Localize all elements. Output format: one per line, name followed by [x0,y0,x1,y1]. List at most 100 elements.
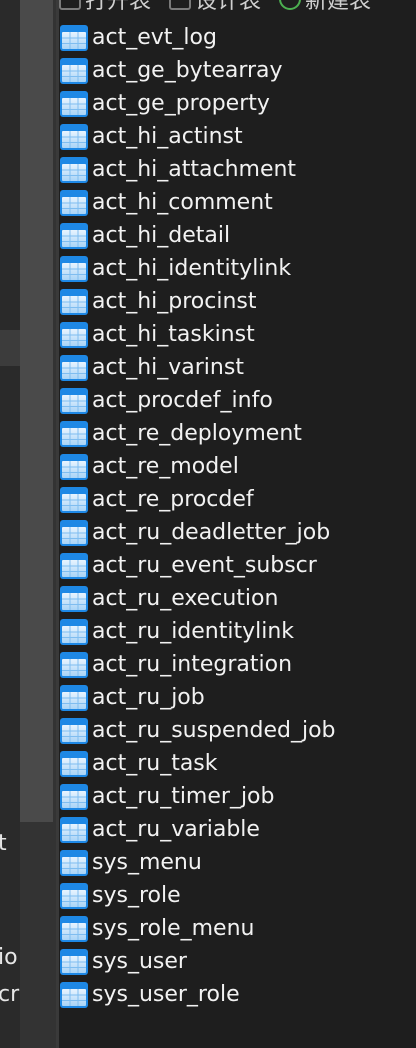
table-name: sys_user [92,949,187,974]
table-list-item[interactable]: sys_user_role [59,978,416,1011]
table-list-item[interactable]: act_ru_event_subscr [59,549,416,582]
table-icon [60,618,88,645]
open-table-icon [59,0,81,10]
table-name: act_hi_identitylink [92,256,292,281]
table-list-item[interactable]: act_ru_timer_job [59,780,416,813]
table-name: sys_role_menu [92,916,255,941]
table-name: act_hi_detail [92,223,231,248]
table-list-item[interactable]: act_hi_identitylink [59,252,416,285]
table-list-item[interactable]: act_ge_bytearray [59,54,416,87]
design-table-icon [169,0,192,10]
table-icon [60,915,88,942]
table-list-item[interactable]: act_ge_property [59,87,416,120]
table-list-item[interactable]: sys_menu [59,846,416,879]
design-table-label: 设计表 [195,0,261,10]
table-name: act_ru_task [92,751,218,776]
table-name: act_hi_comment [92,190,273,215]
table-name: act_re_deployment [92,421,302,446]
table-icon [60,420,88,447]
table-list-item[interactable]: act_re_procdef [59,483,416,516]
table-icon [60,288,88,315]
table-icon [60,981,88,1008]
table-name: act_hi_actinst [92,124,243,149]
table-list-item[interactable]: act_procdef_info [59,384,416,417]
scrollbar-thumb[interactable] [20,0,53,822]
nav-text-fragment: cr [0,982,20,1007]
table-name: act_ru_integration [92,652,293,677]
table-list-item[interactable]: act_ru_identitylink [59,615,416,648]
table-icon [60,222,88,249]
table-name: act_ru_deadletter_job [92,520,331,545]
design-table-button[interactable]: 设计表 [169,0,261,10]
table-list: act_evt_log act_ge_bytearray act_ge_prop… [59,21,416,1011]
table-list-item[interactable]: act_ru_suspended_job [59,714,416,747]
table-icon [60,156,88,183]
table-list-item[interactable]: act_hi_procinst [59,285,416,318]
table-name: act_ru_suspended_job [92,718,336,743]
table-name: act_hi_procinst [92,289,257,314]
new-table-label: 新建表 [305,0,371,10]
nav-text-fragment: io [0,945,18,970]
table-icon [60,948,88,975]
database-object-panel: t io cr 打开表 设计表 新建表 [0,0,416,1048]
nav-text-fragment: t [0,831,7,856]
navigation-pane: t io cr [0,0,20,1048]
table-list-item[interactable]: act_ru_integration [59,648,416,681]
table-icon [60,783,88,810]
table-icon [60,321,88,348]
table-icon [60,24,88,51]
selected-nav-item[interactable] [0,330,20,366]
table-name: act_hi_attachment [92,157,297,182]
table-name: act_ru_identitylink [92,619,295,644]
table-name: act_re_procdef [92,487,254,512]
table-icon [60,816,88,843]
table-name: act_hi_varinst [92,355,244,380]
table-icon [60,255,88,282]
table-icon [60,486,88,513]
table-list-item[interactable]: sys_user [59,945,416,978]
table-name: act_ru_job [92,685,205,710]
new-table-button[interactable]: 新建表 [279,0,371,10]
table-name: act_procdef_info [92,388,273,413]
table-icon [60,189,88,216]
table-icon [60,717,88,744]
table-icon [60,387,88,414]
table-name: sys_user_role [92,982,240,1007]
table-list-item[interactable]: act_ru_execution [59,582,416,615]
open-table-button[interactable]: 打开表 [59,0,151,10]
table-list-item[interactable]: act_hi_taskinst [59,318,416,351]
table-icon [60,882,88,909]
table-list-item[interactable]: act_ru_job [59,681,416,714]
table-name: act_ge_bytearray [92,58,283,83]
table-icon [60,453,88,480]
table-name: act_ge_property [92,91,270,116]
table-list-item[interactable]: act_hi_detail [59,219,416,252]
table-icon [60,585,88,612]
table-list-item[interactable]: act_hi_actinst [59,120,416,153]
new-table-icon [279,0,302,10]
table-icon [60,552,88,579]
table-list-item[interactable]: act_hi_varinst [59,351,416,384]
table-list-item[interactable]: act_re_model [59,450,416,483]
table-list-item[interactable]: act_ru_variable [59,813,416,846]
table-list-item[interactable]: act_re_deployment [59,417,416,450]
table-list-item[interactable]: act_hi_comment [59,186,416,219]
table-icon [60,651,88,678]
table-name: act_ru_event_subscr [92,553,317,578]
table-list-item[interactable]: sys_role [59,879,416,912]
table-icon [60,684,88,711]
table-icon [60,519,88,546]
table-name: sys_menu [92,850,202,875]
table-icon [60,354,88,381]
table-icon [60,849,88,876]
table-list-item[interactable]: act_evt_log [59,21,416,54]
open-table-label: 打开表 [85,0,151,10]
table-list-item[interactable]: act_ru_deadletter_job [59,516,416,549]
table-list-item[interactable]: act_ru_task [59,747,416,780]
table-name: act_evt_log [92,25,217,50]
table-list-item[interactable]: act_hi_attachment [59,153,416,186]
table-name: act_hi_taskinst [92,322,255,347]
table-icon [60,90,88,117]
table-icon [60,57,88,84]
table-list-item[interactable]: sys_role_menu [59,912,416,945]
